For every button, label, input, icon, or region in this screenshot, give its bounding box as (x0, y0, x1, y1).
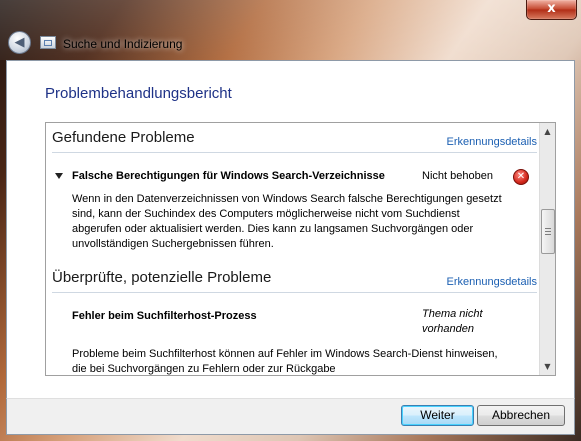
grip-line (545, 234, 551, 235)
cancel-button-label: Abbrechen (491, 408, 551, 422)
checked-detection-details-link[interactable]: Erkennungsdetails (446, 276, 537, 288)
grip-line (545, 231, 551, 232)
close-button[interactable]: x (526, 0, 577, 20)
back-arrow-icon: ◀ (14, 35, 25, 50)
problem-title: Falsche Berechtigungen für Windows Searc… (72, 170, 385, 182)
found-problems-heading: Gefundene Probleme (52, 129, 195, 146)
next-button-label: Weiter (420, 408, 455, 422)
problem-status: Thema nicht vorhanden (422, 308, 483, 335)
divider (52, 292, 537, 293)
page-title: Problembehandlungsbericht (45, 85, 232, 102)
scroll-down-icon[interactable]: ▼ (540, 358, 555, 375)
title-bar (0, 0, 581, 60)
report-panel: Gefundene Probleme Erkennungsdetails Fal… (45, 122, 556, 376)
next-button[interactable]: Weiter (401, 405, 474, 426)
scroll-up-icon[interactable]: ▲ (540, 123, 555, 140)
report-content: Gefundene Probleme Erkennungsdetails Fal… (46, 123, 539, 375)
grip-line (545, 228, 551, 229)
wizard-content: Problembehandlungsbericht Gefundene Prob… (6, 60, 575, 399)
problem-status: Nicht behoben (422, 170, 493, 182)
cancel-button[interactable]: Abbrechen (477, 405, 565, 426)
problem-description: Probleme beim Suchfilterhost können auf … (72, 348, 498, 375)
problem-title: Fehler beim Suchfilterhost-Prozess (72, 310, 257, 322)
found-detection-details-link[interactable]: Erkennungsdetails (446, 136, 537, 148)
vertical-scrollbar[interactable]: ▲ ▼ (539, 123, 555, 375)
back-button[interactable]: ◀ (8, 31, 31, 54)
window-title: Suche und Indizierung (63, 37, 183, 51)
collapse-arrow-icon[interactable] (55, 173, 63, 179)
divider (52, 152, 537, 153)
button-bar: Weiter Abbrechen (6, 398, 575, 435)
search-indexing-icon (40, 36, 56, 49)
problem-description: Wenn in den Datenverzeichnissen von Wind… (72, 193, 502, 250)
error-icon: ✕ (513, 169, 529, 185)
checked-problems-heading: Überprüfte, potenzielle Probleme (52, 269, 272, 286)
scroll-thumb[interactable] (541, 209, 555, 254)
